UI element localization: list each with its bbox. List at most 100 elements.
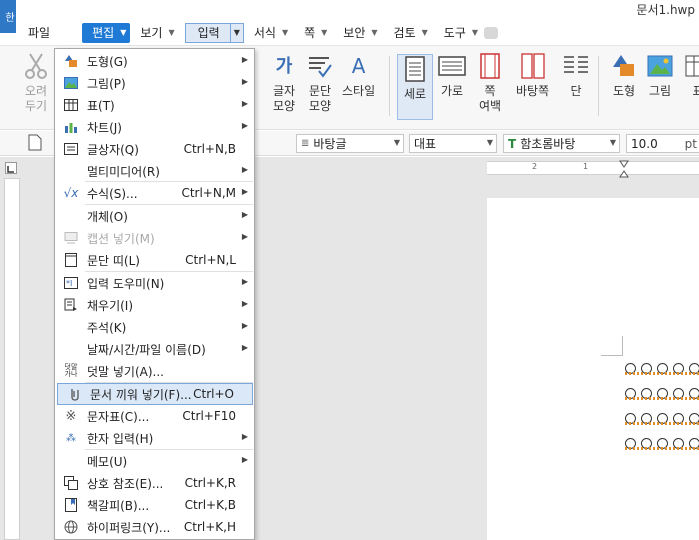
menu-page[interactable]: 쪽 ▼	[298, 23, 333, 43]
menu-item-1[interactable]: 그림(P) ▶	[55, 72, 254, 94]
shape-label: 도형	[612, 84, 636, 98]
para-shape-button[interactable]: 문단 모양	[306, 52, 334, 114]
hanja-icon: ⁂	[66, 432, 76, 444]
menu-input[interactable]: 입력 ▼	[184, 22, 244, 43]
new-document-icon[interactable]	[28, 134, 44, 152]
spellcheck-underline	[625, 397, 699, 400]
chevron-down-icon: ▼	[471, 28, 479, 37]
picture-icon	[646, 52, 674, 80]
submenu-arrow-icon: ▶	[241, 99, 248, 108]
menu-item-label: 그림(P)	[87, 76, 126, 91]
master-page-label: 바탕쪽	[516, 84, 550, 98]
menu-item-17[interactable]: ⁂ 한자 입력(H) ▶	[55, 427, 254, 449]
para-shape-label-2: 모양	[308, 99, 332, 113]
vertical-orientation-button[interactable]: 세로	[397, 54, 433, 120]
chevron-down-icon: ▼	[229, 23, 243, 42]
menu-item-label: 멀티미디어(R)	[87, 164, 160, 179]
columns-label: 단	[570, 84, 582, 98]
input-dropdown-menu: 도형(G) ▶ 그림(P) ▶ 표(T) ▶ 차트(J) ▶ 글상자(Q) Ctrl+N,B 멀티미…	[54, 48, 255, 540]
menu-item-shortcut: Ctrl+O	[193, 387, 234, 401]
menu-item-19[interactable]: 상호 참조(E)... Ctrl+K,R	[55, 472, 254, 494]
vertical-ruler[interactable]	[4, 178, 20, 540]
style-icon: A	[351, 53, 366, 78]
menu-separator	[85, 181, 253, 182]
char-shape-button[interactable]: 가 글자 모양	[270, 52, 298, 114]
font-size-input[interactable]: 10.0 pt	[626, 134, 699, 153]
horizontal-ruler[interactable]: 2 1	[487, 160, 699, 178]
cut-button[interactable]: 오려 두기	[22, 52, 50, 114]
menu-review[interactable]: 검토 ▼	[388, 23, 434, 43]
indent-marker-icon[interactable]	[619, 160, 629, 178]
submenu-arrow-icon: ▶	[241, 121, 248, 130]
menu-security[interactable]: 보안 ▼	[337, 23, 383, 43]
menu-item-15[interactable]: 문서 끼워 넣기(F)... Ctrl+O	[57, 383, 253, 405]
table-button[interactable]: 표	[684, 52, 699, 99]
language-select[interactable]: 대표 ▼	[409, 134, 497, 153]
submenu-arrow-icon: ▶	[241, 77, 248, 86]
menu-file[interactable]: 파일	[22, 23, 56, 43]
svg-text:*I: *I	[66, 279, 72, 288]
menu-item-0[interactable]: 도형(G) ▶	[55, 50, 254, 72]
menu-item-shortcut: Ctrl+N,M	[181, 186, 236, 200]
menu-item-icon-slot	[63, 319, 79, 335]
truetype-font-icon: T	[508, 136, 517, 151]
menu-view[interactable]: 보기 ▼	[134, 23, 180, 43]
menu-tools[interactable]: 도구 ▼	[438, 23, 504, 43]
menu-item-18[interactable]: 메모(U) ▶	[55, 450, 254, 472]
menu-item-2[interactable]: 표(T) ▶	[55, 94, 254, 116]
menu-item-5[interactable]: 멀티미디어(R) ▶	[55, 160, 254, 182]
menu-item-21[interactable]: 하이퍼링크(Y)... Ctrl+K,H	[55, 516, 254, 538]
menu-item-14[interactable]: 덧말 가나 덧말 넣기(A)...	[55, 360, 254, 382]
menu-separator	[85, 382, 253, 383]
spellcheck-underline	[625, 422, 699, 425]
menu-item-label: 날짜/시간/파일 이름(D)	[87, 342, 206, 357]
window-title: 문서1.hwp	[636, 3, 695, 17]
ribbon-divider	[598, 56, 599, 116]
picture-button[interactable]: 그림	[646, 52, 674, 99]
menu-item-label: 문자표(C)...	[87, 409, 150, 424]
menu-item-3[interactable]: 차트(J) ▶	[55, 116, 254, 138]
submenu-arrow-icon: ▶	[241, 232, 248, 241]
char-shape-label-1: 글자	[272, 84, 296, 98]
font-select[interactable]: T 함초롬바탕 ▼	[503, 134, 620, 153]
ruler-corner-icon[interactable]	[5, 162, 17, 174]
shape-button[interactable]: 도형	[610, 52, 638, 99]
menu-item-10[interactable]: *I 입력 도우미(N) ▶	[55, 272, 254, 294]
menu-item-7[interactable]: 개체(O) ▶	[55, 205, 254, 227]
menu-item-label: 캡션 넣기(M)	[87, 231, 155, 246]
menu-item-6[interactable]: √x 수식(S)... Ctrl+N,M ▶	[55, 182, 254, 204]
menu-separator	[85, 449, 253, 450]
menu-item-20[interactable]: 책갈피(B)... Ctrl+K,B	[55, 494, 254, 516]
style-select[interactable]: ≣ 바탕글 ▼	[296, 134, 404, 153]
menu-item-label: 개체(O)	[87, 209, 128, 224]
menu-item-9[interactable]: 문단 띠(L) Ctrl+N,L	[55, 249, 254, 271]
chevron-down-icon: ▼	[321, 28, 328, 37]
menu-item-16[interactable]: ※ 문자표(C)... Ctrl+F10	[55, 405, 254, 427]
menu-item-13[interactable]: 날짜/시간/파일 이름(D) ▶	[55, 338, 254, 360]
page-margin-label-2: 여백	[478, 99, 502, 113]
landscape-page-icon	[438, 52, 466, 80]
vertical-label: 세로	[403, 87, 427, 101]
columns-button[interactable]: 단	[562, 52, 590, 99]
master-page-icon	[519, 52, 547, 80]
menu-item-label: 덧말 넣기(A)...	[87, 364, 164, 379]
menu-edit[interactable]: 편집 ▼	[82, 22, 131, 43]
menu-format[interactable]: 서식 ▼	[248, 23, 294, 43]
page-corner-mark	[601, 336, 623, 356]
font-size-value: 10.0	[631, 136, 658, 151]
page-margin-button[interactable]: 쪽 여백	[476, 52, 504, 114]
menu-item-11[interactable]: 채우기(I) ▶	[55, 294, 254, 316]
horizontal-orientation-button[interactable]: 가로	[438, 52, 466, 99]
shape-icon	[610, 52, 638, 80]
char-shape-icon: 가	[275, 55, 293, 77]
fill-icon	[63, 297, 79, 313]
menu-item-icon-slot	[63, 341, 79, 357]
cut-label-1: 오려	[24, 84, 48, 98]
menu-tools-label: 도구	[443, 26, 466, 40]
menu-item-12[interactable]: 주석(K) ▶	[55, 316, 254, 338]
chevron-down-icon: ▼	[281, 28, 289, 37]
chevron-down-icon: ▼	[371, 28, 378, 37]
menu-item-4[interactable]: 글상자(Q) Ctrl+N,B	[55, 138, 254, 160]
style-button[interactable]: A 스타일	[342, 52, 375, 99]
master-page-button[interactable]: 바탕쪽	[516, 52, 549, 99]
